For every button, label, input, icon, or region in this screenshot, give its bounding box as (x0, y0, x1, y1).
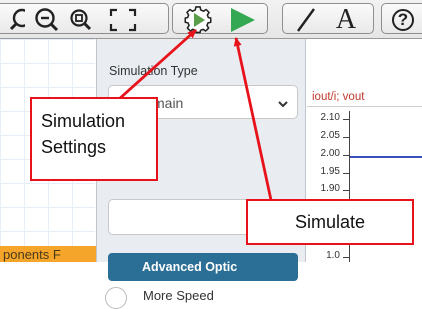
help-toolbar-group: ? (381, 3, 422, 34)
callout-line-1: Simulation (41, 111, 126, 131)
simulation-settings-callout: Simulation Settings (30, 97, 158, 181)
y-tick-mark (343, 155, 349, 156)
wire-icon[interactable] (289, 4, 323, 35)
simulation-type-label: Simulation Type (109, 64, 198, 78)
toolbar: A ? (0, 0, 422, 39)
y-tick-label: 1.0 (326, 250, 340, 261)
plot-title: iout/i; vout (312, 91, 365, 103)
zoom-out-magnifier-icon[interactable] (7, 4, 27, 35)
more-speed-radio[interactable] (105, 287, 127, 309)
text-icon[interactable]: A (327, 4, 365, 35)
advanced-options-button[interactable]: Advanced Optic (108, 253, 298, 281)
plot-title-divider (307, 106, 422, 107)
help-icon[interactable]: ? (390, 4, 416, 35)
simulation-toolbar-group (172, 3, 268, 34)
zoom-toolbar-group (0, 3, 169, 34)
zoom-out-icon[interactable] (33, 4, 61, 35)
text-tool-label: A (335, 3, 357, 35)
y-tick-mark (343, 119, 349, 120)
vout-trace (350, 156, 422, 158)
drawing-toolbar-group: A (282, 3, 374, 34)
y-tick-label: 1.90 (320, 183, 340, 194)
y-tick-mark (343, 257, 349, 258)
components-tab[interactable]: ponents F (0, 246, 96, 262)
simulate-callout: Simulate (246, 199, 414, 245)
chevron-down-icon (277, 96, 289, 114)
y-tick-label: 2.05 (320, 130, 340, 141)
y-tick-mark (343, 137, 349, 138)
y-tick-mark (343, 173, 349, 174)
more-speed-label: More Speed (143, 288, 214, 303)
play-icon[interactable] (225, 4, 259, 35)
zoom-fit-icon[interactable] (67, 4, 95, 35)
settings-gear-icon[interactable] (181, 4, 215, 35)
y-tick-label: 1.95 (320, 166, 340, 177)
y-tick-label: 2.10 (320, 112, 340, 123)
help-label: ? (392, 8, 414, 31)
y-tick-label: 2.00 (320, 148, 340, 159)
fullscreen-icon[interactable] (107, 4, 139, 35)
callout-line-2: Settings (41, 137, 107, 157)
y-tick-mark (343, 190, 349, 191)
